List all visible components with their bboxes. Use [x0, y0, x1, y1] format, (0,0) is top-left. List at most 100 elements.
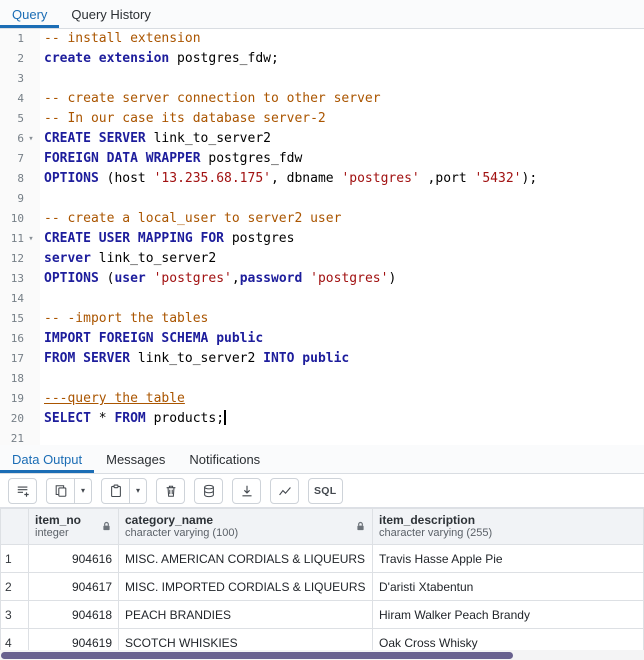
editor-line[interactable]: 5-- In our case its database server-2 — [0, 109, 644, 129]
row-number-cell[interactable]: 3 — [1, 601, 29, 629]
fold-spacer — [24, 329, 38, 349]
editor-line[interactable]: 9 — [0, 189, 644, 209]
cell-category_name[interactable]: SCOTCH WHISKIES — [119, 629, 373, 651]
row-number-cell[interactable]: 4 — [1, 629, 29, 651]
column-type: integer — [35, 527, 81, 540]
cell-item_description[interactable]: D'aristi Xtabentun — [373, 573, 644, 601]
editor-gutter: 1 — [0, 29, 40, 49]
fold-spacer — [24, 429, 38, 445]
fold-spacer — [24, 89, 38, 109]
editor-line[interactable]: 6▾CREATE SERVER link_to_server2 — [0, 129, 644, 149]
editor-line[interactable]: 4-- create server connection to other se… — [0, 89, 644, 109]
editor-line[interactable]: 15-- -import the tables — [0, 309, 644, 329]
editor-gutter: 16 — [0, 329, 40, 349]
sql-editor[interactable]: 1-- install extension2create extension p… — [0, 29, 644, 445]
column-name: item_description — [379, 513, 492, 527]
fold-spacer — [24, 189, 38, 209]
cell-item_no[interactable]: 904616 — [29, 545, 119, 573]
row-number-header[interactable] — [1, 509, 29, 545]
fold-spacer — [24, 269, 38, 289]
table-row: 2904617MISC. IMPORTED CORDIALS & LIQUEUR… — [1, 573, 644, 601]
editor-line[interactable]: 16IMPORT FOREIGN SCHEMA public — [0, 329, 644, 349]
line-number: 1 — [0, 29, 24, 49]
editor-gutter: 21 — [0, 429, 40, 445]
code-line — [40, 429, 44, 445]
line-number: 9 — [0, 189, 24, 209]
editor-line[interactable]: 11▾CREATE USER MAPPING FOR postgres — [0, 229, 644, 249]
cell-category_name[interactable]: MISC. AMERICAN CORDIALS & LIQUEURS — [119, 545, 373, 573]
fold-spacer — [24, 389, 38, 409]
editor-line[interactable]: 8OPTIONS (host '13.235.68.175', dbname '… — [0, 169, 644, 189]
lock-icon — [355, 521, 366, 532]
tab-query-history[interactable]: Query History — [59, 0, 162, 28]
tab-messages[interactable]: Messages — [94, 445, 177, 473]
cell-item_description[interactable]: Oak Cross Whisky — [373, 629, 644, 651]
fold-chevron-icon[interactable]: ▾ — [24, 129, 38, 149]
editor-line[interactable]: 1-- install extension — [0, 29, 644, 49]
editor-line[interactable]: 20SELECT * FROM products; — [0, 409, 644, 429]
row-number-cell[interactable]: 2 — [1, 573, 29, 601]
tab-notifications[interactable]: Notifications — [177, 445, 272, 473]
editor-line[interactable]: 7FOREIGN DATA WRAPPER postgres_fdw — [0, 149, 644, 169]
editor-line[interactable]: 18 — [0, 369, 644, 389]
cell-category_name[interactable]: MISC. IMPORTED CORDIALS & LIQUEURS — [119, 573, 373, 601]
fold-spacer — [24, 169, 38, 189]
add-row-button[interactable] — [8, 478, 37, 504]
code-line: -- -import the tables — [40, 309, 208, 329]
cell-item_description[interactable]: Hiram Walker Peach Brandy — [373, 601, 644, 629]
column-header-item_no[interactable]: item_nointeger — [29, 509, 119, 545]
tab-query[interactable]: Query — [0, 0, 59, 28]
editor-line[interactable]: 10-- create a local_user to server2 user — [0, 209, 644, 229]
pgadmin-query-tool: QueryQuery History 1-- install extension… — [0, 0, 644, 660]
data-output-toolbar: ▾ ▾ SQL — [0, 474, 644, 508]
editor-line[interactable]: 12server link_to_server2 — [0, 249, 644, 269]
editor-line[interactable]: 17FROM SERVER link_to_server2 INTO publi… — [0, 349, 644, 369]
editor-line[interactable]: 19---query the table — [0, 389, 644, 409]
copy-icon — [54, 484, 68, 498]
fold-chevron-icon[interactable]: ▾ — [24, 229, 38, 249]
fold-spacer — [24, 29, 38, 49]
delete-row-button[interactable] — [156, 478, 185, 504]
editor-line[interactable]: 13 OPTIONS (user 'postgres',password 'pos… — [0, 269, 644, 289]
paste-button[interactable] — [101, 478, 130, 504]
code-line: FOREIGN DATA WRAPPER postgres_fdw — [40, 149, 302, 169]
code-line: OPTIONS (user 'postgres',password 'postg… — [40, 269, 396, 289]
editor-line[interactable]: 2create extension postgres_fdw; — [0, 49, 644, 69]
paste-dropdown-button[interactable]: ▾ — [130, 478, 147, 504]
code-line — [40, 289, 44, 309]
show-sql-button[interactable]: SQL — [308, 478, 343, 504]
editor-line[interactable]: 3 — [0, 69, 644, 89]
line-number: 17 — [0, 349, 24, 369]
cell-item_description[interactable]: Travis Hasse Apple Pie — [373, 545, 644, 573]
editor-gutter: 5 — [0, 109, 40, 129]
save-data-changes-button[interactable] — [194, 478, 223, 504]
download-icon — [240, 484, 254, 498]
chevron-down-icon: ▾ — [81, 486, 85, 495]
code-line: -- create a local_user to server2 user — [40, 209, 341, 229]
copy-dropdown-button[interactable]: ▾ — [75, 478, 92, 504]
column-title: item_descriptioncharacter varying (255) — [379, 513, 492, 540]
add-row-group — [8, 478, 37, 504]
copy-button[interactable] — [46, 478, 75, 504]
column-header-category_name[interactable]: category_namecharacter varying (100) — [119, 509, 373, 545]
cell-category_name[interactable]: PEACH BRANDIES — [119, 601, 373, 629]
line-number: 13 — [0, 269, 24, 289]
code-line — [40, 69, 44, 89]
tab-data-output[interactable]: Data Output — [0, 445, 94, 473]
graph-visualiser-button[interactable] — [270, 478, 299, 504]
row-number-cell[interactable]: 1 — [1, 545, 29, 573]
cell-item_no[interactable]: 904619 — [29, 629, 119, 651]
paste-icon — [109, 484, 123, 498]
horizontal-scrollbar[interactable] — [0, 650, 644, 660]
editor-gutter: 3 — [0, 69, 40, 89]
editor-line[interactable]: 14 — [0, 289, 644, 309]
scrollbar-thumb[interactable] — [1, 652, 513, 659]
line-number: 19 — [0, 389, 24, 409]
column-header-item_description[interactable]: item_descriptioncharacter varying (255) — [373, 509, 644, 545]
save-results-to-file-button[interactable] — [232, 478, 261, 504]
cell-item_no[interactable]: 904617 — [29, 573, 119, 601]
column-title: category_namecharacter varying (100) — [125, 513, 238, 540]
editor-line[interactable]: 21 — [0, 429, 644, 445]
fold-spacer — [24, 349, 38, 369]
cell-item_no[interactable]: 904618 — [29, 601, 119, 629]
